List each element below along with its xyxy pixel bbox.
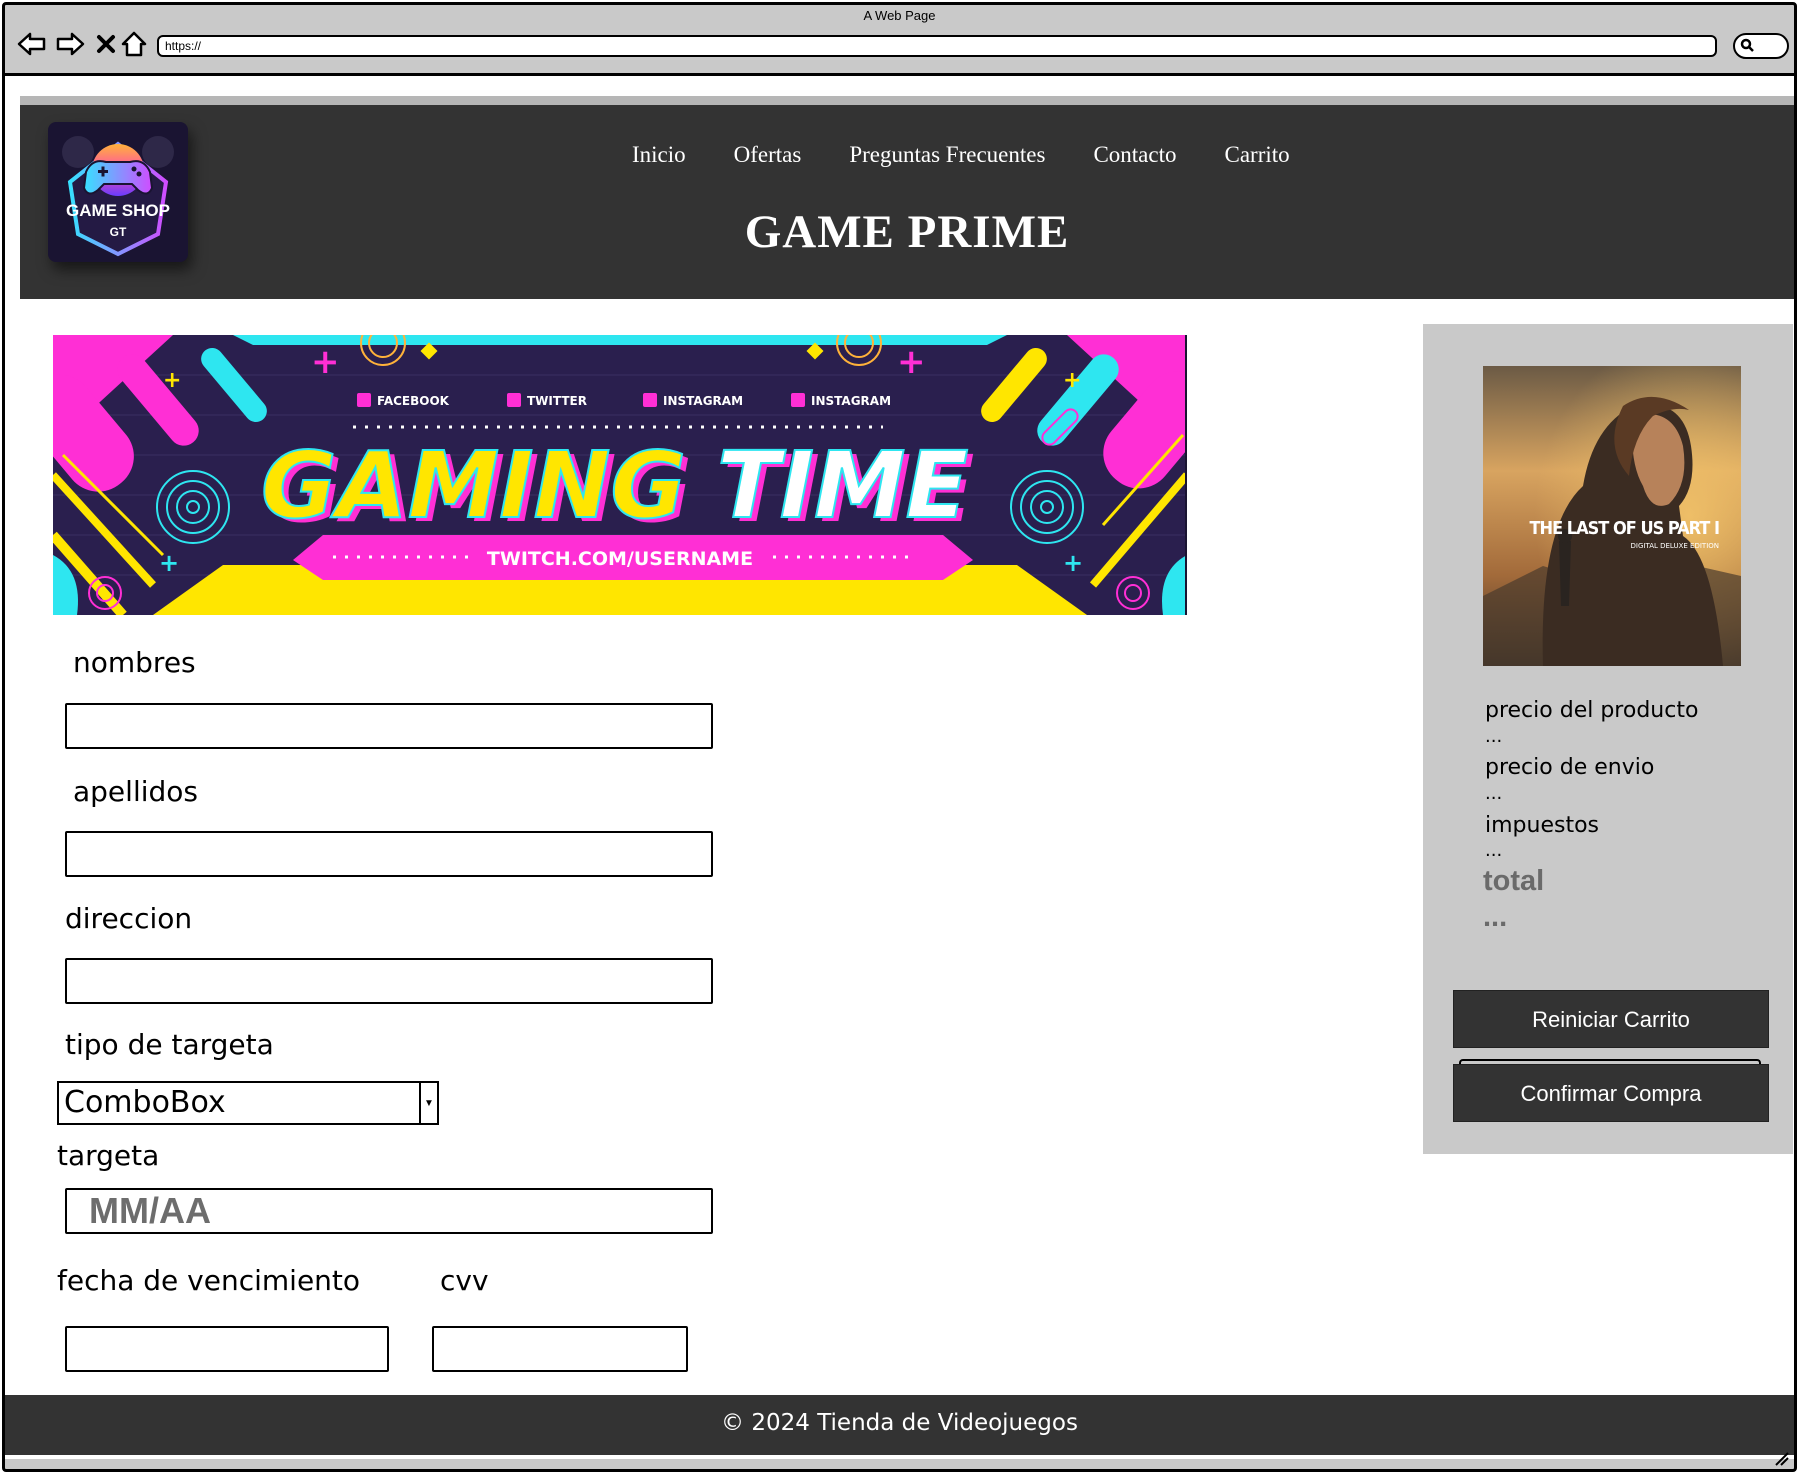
forward-icon[interactable] [53, 27, 87, 61]
nombres-input[interactable] [65, 703, 713, 749]
site-header: GAME SHOP GT Inicio Ofertas Preguntas Fr… [20, 105, 1794, 299]
targeta-label: targeta [57, 1139, 160, 1172]
reiniciar-carrito-button[interactable]: Reiniciar Carrito [1453, 990, 1769, 1048]
product-cover-graphic: THE LAST OF US PART I DIGITAL DELUXE EDI… [1483, 366, 1741, 666]
nombres-label: nombres [73, 646, 196, 679]
impuestos-value: ... [1485, 840, 1503, 861]
chevron-down-icon[interactable]: ▼ [419, 1083, 437, 1123]
confirmar-compra-button[interactable]: Confirmar Compra [1453, 1064, 1769, 1122]
product-image[interactable]: THE LAST OF US PART I DIGITAL DELUXE EDI… [1483, 366, 1741, 666]
impuestos-label: impuestos [1485, 813, 1599, 838]
precio-envio-value: ... [1485, 783, 1503, 804]
banner-link: TWITCH.COM/USERNAME [487, 548, 753, 570]
total-value: ... [1483, 901, 1508, 933]
resize-grip-icon[interactable] [1774, 1451, 1790, 1467]
nav-carrito[interactable]: Carrito [1224, 142, 1289, 168]
direccion-label: direccion [65, 902, 193, 935]
apellidos-label: apellidos [73, 775, 198, 808]
precio-envio-label: precio de envio [1485, 755, 1655, 780]
social-twitter: TWITTER [527, 394, 587, 408]
fecha-vencimiento-input[interactable] [65, 1326, 389, 1372]
page-viewport: GAME SHOP GT Inicio Ofertas Preguntas Fr… [5, 73, 1794, 1459]
gaming-time-banner: + + + + + + FACEBOOK TWITTER INSTAGRAM I… [53, 335, 1187, 615]
fecha-vencimiento-label: fecha de vencimiento [57, 1264, 361, 1297]
apellidos-input[interactable] [65, 831, 713, 877]
combobox-value: ComboBox [64, 1085, 226, 1120]
home-icon[interactable] [117, 27, 151, 61]
main-nav: Inicio Ofertas Preguntas Frecuentes Cont… [632, 142, 1290, 168]
headline-time: TIME [717, 432, 968, 539]
cvv-label: cvv [440, 1264, 489, 1297]
svg-text:+: + [159, 549, 179, 577]
cart-summary-panel: THE LAST OF US PART I DIGITAL DELUXE EDI… [1423, 324, 1793, 1154]
tipo-targeta-label: tipo de targeta [65, 1028, 274, 1061]
url-bar[interactable]: https:// [157, 35, 1717, 57]
nav-contacto[interactable]: Contacto [1093, 142, 1176, 168]
window-title: A Web Page [863, 8, 936, 23]
nav-ofertas[interactable]: Ofertas [734, 142, 802, 168]
precio-producto-value: ... [1485, 726, 1503, 747]
tipo-targeta-combobox[interactable]: ComboBox ▼ [57, 1081, 439, 1125]
social-instagram: INSTAGRAM [663, 394, 743, 408]
svg-text:+: + [897, 342, 926, 382]
site-title: GAME PRIME [744, 206, 1070, 258]
precio-producto-label: precio del producto [1485, 698, 1699, 723]
total-label: total [1483, 865, 1545, 897]
product-title: THE LAST OF US PART I [1529, 518, 1719, 539]
site-footer: © 2024 Tienda de Videojuegos [5, 1395, 1794, 1455]
banner-graphic: + + + + + + FACEBOOK TWITTER INSTAGRAM I… [53, 335, 1185, 615]
targeta-input[interactable] [65, 1188, 713, 1234]
nav-preguntas-frecuentes[interactable]: Preguntas Frecuentes [849, 142, 1045, 168]
svg-text:+: + [311, 342, 340, 382]
search-icon [1740, 38, 1754, 52]
svg-text:+: + [1063, 549, 1083, 577]
headline-gaming: GAMING [261, 432, 686, 539]
social-youtube: INSTAGRAM [811, 394, 891, 408]
direccion-input[interactable] [65, 958, 713, 1004]
svg-text:+: + [163, 368, 181, 393]
nav-inicio[interactable]: Inicio [632, 142, 686, 168]
cvv-input[interactable] [432, 1326, 688, 1372]
back-icon[interactable] [15, 27, 49, 61]
social-facebook: FACEBOOK [377, 394, 450, 408]
svg-text:+: + [1063, 368, 1081, 393]
browser-search-button[interactable] [1733, 33, 1789, 59]
product-subtitle: DIGITAL DELUXE EDITION [1631, 542, 1719, 550]
browser-window: A Web Page https:// GAME SHOP GT Inicio … [2, 2, 1797, 1472]
